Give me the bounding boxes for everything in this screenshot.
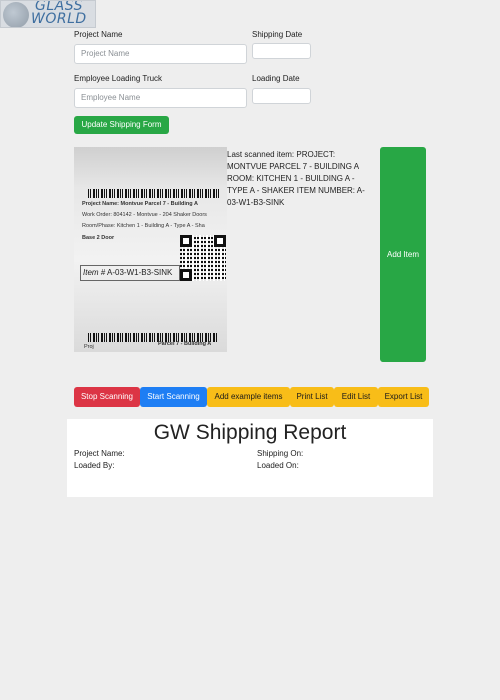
report-project-name: Project Name: <box>74 449 125 458</box>
label-bottom-left-text: Proj <box>84 344 94 350</box>
logo-text-line2: WORLD <box>31 11 87 27</box>
update-shipping-form-button[interactable]: Update Shipping Form <box>74 116 169 134</box>
employee-name-input[interactable]: Employee Name <box>74 88 247 108</box>
item-label: Item # <box>83 268 106 277</box>
report-loaded-by: Loaded By: <box>74 461 115 470</box>
label-work-order-line: Work Order: 804142 - Montvue - 204 Shake… <box>82 212 207 218</box>
qr-code-graphic <box>180 235 226 281</box>
globe-icon <box>3 2 29 27</box>
report-title: GW Shipping Report <box>153 421 347 444</box>
loading-date-label: Loading Date <box>252 74 300 83</box>
project-name-label: Project Name <box>74 30 123 39</box>
print-list-button[interactable]: Print List <box>290 387 334 407</box>
label-room-line: Room/Phase: Kitchen 1 - Building A - Typ… <box>82 223 205 229</box>
add-item-button[interactable]: Add Item <box>380 147 426 362</box>
report-loaded-on: Loaded On: <box>257 461 299 470</box>
last-scanned-item-text: Last scanned item: PROJECT: MONTVUE PARC… <box>227 150 365 207</box>
barcode-graphic <box>88 189 220 198</box>
label-project-line: Project Name: Montvue Parcel 7 - Buildin… <box>82 201 198 207</box>
label-base-line: Base 2 Door <box>82 235 115 241</box>
shipping-report-panel: GW Shipping Report Project Name: Loaded … <box>67 419 433 497</box>
glass-world-logo: GLASS WORLD <box>0 0 96 28</box>
export-list-button[interactable]: Export List <box>378 387 429 407</box>
loading-date-input[interactable] <box>252 88 311 104</box>
scanner-camera-view: Project Name: Montvue Parcel 7 - Buildin… <box>74 147 227 352</box>
employee-label: Employee Loading Truck <box>74 74 163 83</box>
start-scanning-button[interactable]: Start Scanning <box>140 387 207 407</box>
stop-scanning-button[interactable]: Stop Scanning <box>74 387 140 407</box>
label-bottom-right-text: Parcel 7 - Building A <box>158 341 212 347</box>
item-number-box: Item # A-03-W1-B3-SINK <box>80 265 180 281</box>
shipping-date-label: Shipping Date <box>252 30 303 39</box>
shipping-date-input[interactable] <box>252 43 311 59</box>
add-example-items-button[interactable]: Add example items <box>207 387 290 407</box>
item-number-text: A-03-W1-B3-SINK <box>107 268 173 277</box>
project-name-input[interactable]: Project Name <box>74 44 247 64</box>
edit-list-button[interactable]: Edit List <box>334 387 378 407</box>
report-shipping-on: Shipping On: <box>257 449 304 458</box>
